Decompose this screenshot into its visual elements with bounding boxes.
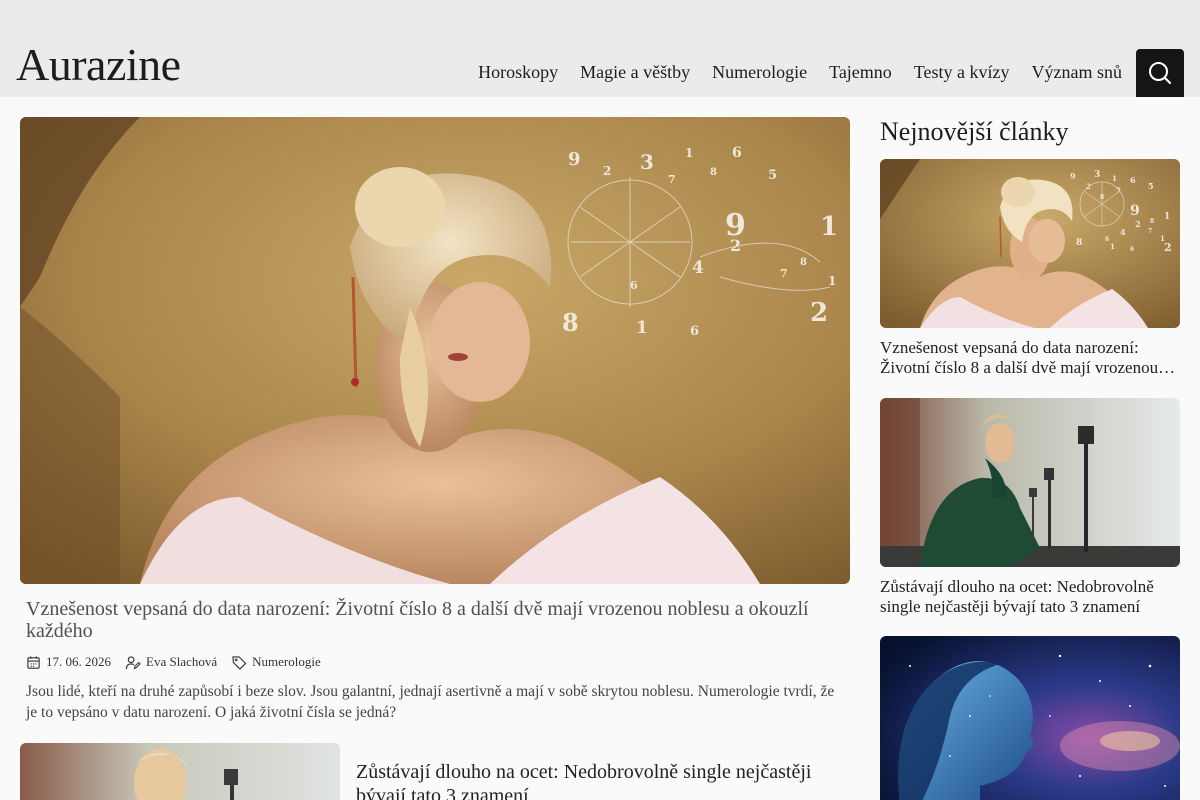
numerology-digit: 6 [1130, 175, 1136, 185]
numerology-digit: 8 [1100, 194, 1104, 201]
numerology-digit: 6 [630, 279, 638, 292]
site-header: Aurazine Horoskopy Magie a věštby Numero… [0, 0, 1200, 97]
numerology-digit: 1 [636, 318, 648, 338]
nav-item-vyznam-snu[interactable]: Význam snů [1032, 62, 1122, 83]
search-button[interactable] [1136, 49, 1184, 97]
numerology-digit: 7 [1148, 228, 1152, 235]
numerology-digit: 3 [1094, 170, 1100, 180]
second-article-title[interactable]: Zůstávají dlouho na ocet: Nedobrovolně s… [356, 760, 856, 800]
numerology-digit: 1 [1110, 242, 1115, 251]
author-name: Eva Slachová [146, 654, 218, 669]
numerology-digit: 8 [1076, 238, 1082, 248]
numerology-digit: 8 [710, 167, 717, 178]
meta-date: 17. 06. 2026 [26, 654, 111, 670]
numerology-digit: 8 [1150, 218, 1154, 225]
nav-item-numerologie[interactable]: Numerologie [712, 62, 807, 83]
numerology-digit: 2 [1086, 182, 1091, 191]
numerology-digit: 6 [690, 324, 699, 339]
numerology-digit: 9 [1130, 203, 1140, 219]
numerology-digit: 4 [1120, 227, 1126, 237]
search-icon [1149, 62, 1172, 85]
article-meta: 17. 06. 2026 Eva Slachová Numerologie [26, 654, 321, 670]
numerology-digit: 2 [730, 236, 741, 255]
numerology-digit: 5 [768, 168, 777, 183]
meta-category[interactable]: Numerologie [231, 654, 321, 670]
sidebar-card-title-2[interactable]: Zůstávají dlouho na ocet: Nedobrovolně s… [880, 577, 1180, 617]
hero-article-title[interactable]: Vznešenost vepsaná do data narození: Živ… [26, 598, 826, 642]
hero-image[interactable]: 93162758912471682816 [20, 117, 850, 584]
numerology-digit: 6 [732, 145, 742, 161]
numerology-digit: 7 [780, 267, 788, 280]
nav-item-tajemno[interactable]: Tajemno [829, 62, 892, 83]
numerology-digit: 2 [1164, 241, 1172, 254]
nav-item-testy[interactable]: Testy a kvízy [914, 62, 1010, 83]
site-logo[interactable]: Aurazine [16, 42, 181, 88]
sidebar-card-image-3[interactable] [880, 636, 1180, 800]
numerology-digit: 8 [800, 257, 807, 268]
numerology-digit: 1 [820, 212, 838, 242]
numerology-digit: 6 [1105, 236, 1109, 243]
numerology-digit: 3 [640, 150, 654, 174]
numerology-digit: 7 [668, 173, 676, 186]
numerology-digit: 2 [603, 164, 611, 178]
numerology-digit: 6 [1130, 246, 1134, 253]
sidebar-card-image-2[interactable] [880, 398, 1180, 567]
numerology-digit: 1 [828, 274, 836, 288]
hero-article-excerpt: Jsou lidé, kteří na druhé zapůsobí i bez… [26, 683, 835, 721]
nav-item-magie[interactable]: Magie a věštby [580, 62, 690, 83]
second-article-image[interactable] [20, 743, 340, 800]
numerology-digit: 2 [1135, 219, 1141, 229]
main-nav: Horoskopy Magie a věštby Numerologie Taj… [478, 62, 1122, 83]
calendar-icon [27, 655, 40, 669]
numerology-digit: 1 [1112, 174, 1117, 183]
sidebar-card-title-1[interactable]: Vznešenost vepsaná do data narození: Živ… [880, 338, 1180, 378]
numerology-digit: 2 [810, 298, 828, 328]
sidebar-heading: Nejnovější články [880, 117, 1069, 146]
numerology-digit: 8 [562, 308, 579, 337]
numerology-digit: 1 [685, 146, 693, 160]
meta-author[interactable]: Eva Slachová [125, 654, 217, 670]
author-icon [125, 655, 141, 670]
numerology-digit: 7 [1116, 186, 1121, 195]
sidebar-card-image-1[interactable]: 93162758912471682816 [880, 159, 1180, 328]
nav-item-horoskopy[interactable]: Horoskopy [478, 62, 558, 83]
numerology-digit: 9 [1070, 171, 1076, 181]
category-name: Numerologie [252, 654, 321, 669]
numerology-digit: 1 [1164, 212, 1170, 222]
numerology-digit: 5 [1148, 181, 1154, 191]
date-text: 17. 06. 2026 [46, 654, 111, 669]
numerology-digit: 4 [692, 258, 704, 278]
tag-icon [232, 655, 247, 670]
numerology-digit: 9 [568, 149, 581, 170]
